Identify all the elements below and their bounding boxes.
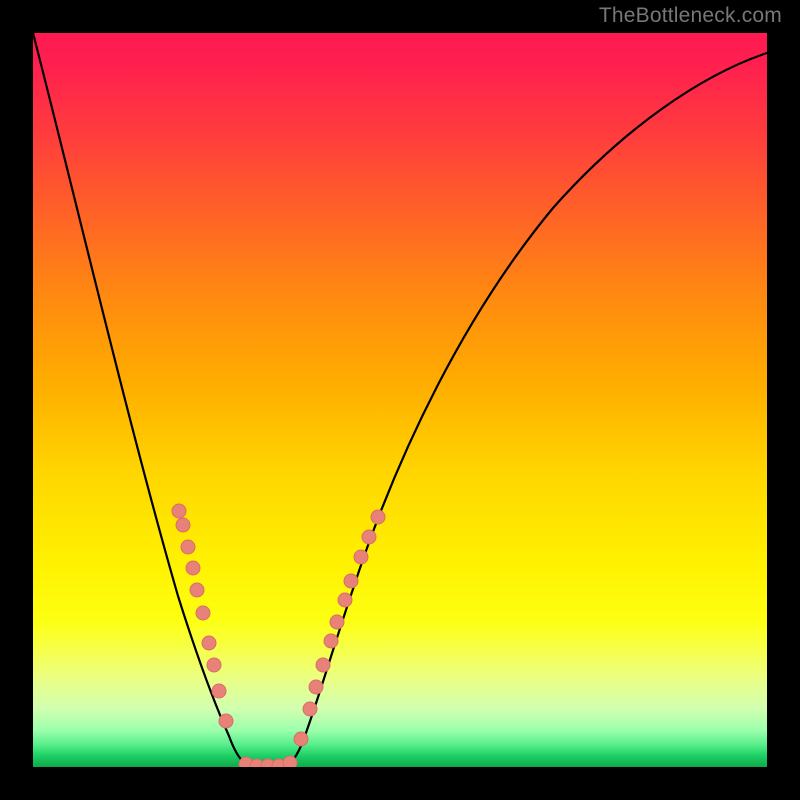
- data-marker: [309, 680, 323, 694]
- bottleneck-curve: [33, 33, 767, 766]
- watermark-text: TheBottleneck.com: [599, 4, 782, 28]
- data-marker: [172, 504, 186, 518]
- data-marker: [324, 634, 338, 648]
- chart-frame: TheBottleneck.com: [0, 0, 800, 800]
- data-marker: [181, 540, 195, 554]
- curve-layer: [33, 33, 767, 767]
- data-marker: [219, 714, 233, 728]
- data-marker: [344, 574, 358, 588]
- data-marker: [190, 583, 204, 597]
- data-marker: [362, 530, 376, 544]
- data-marker: [207, 658, 221, 672]
- data-marker: [196, 606, 210, 620]
- data-marker: [212, 684, 226, 698]
- data-marker: [354, 550, 368, 564]
- data-marker: [283, 756, 297, 767]
- data-marker: [202, 636, 216, 650]
- data-marker: [294, 732, 308, 746]
- markers-group: [172, 504, 385, 767]
- data-marker: [303, 702, 317, 716]
- data-marker: [330, 615, 344, 629]
- data-marker: [186, 561, 200, 575]
- data-marker: [338, 593, 352, 607]
- data-marker: [176, 518, 190, 532]
- data-marker: [316, 658, 330, 672]
- plot-area: [33, 33, 767, 767]
- data-marker: [371, 510, 385, 524]
